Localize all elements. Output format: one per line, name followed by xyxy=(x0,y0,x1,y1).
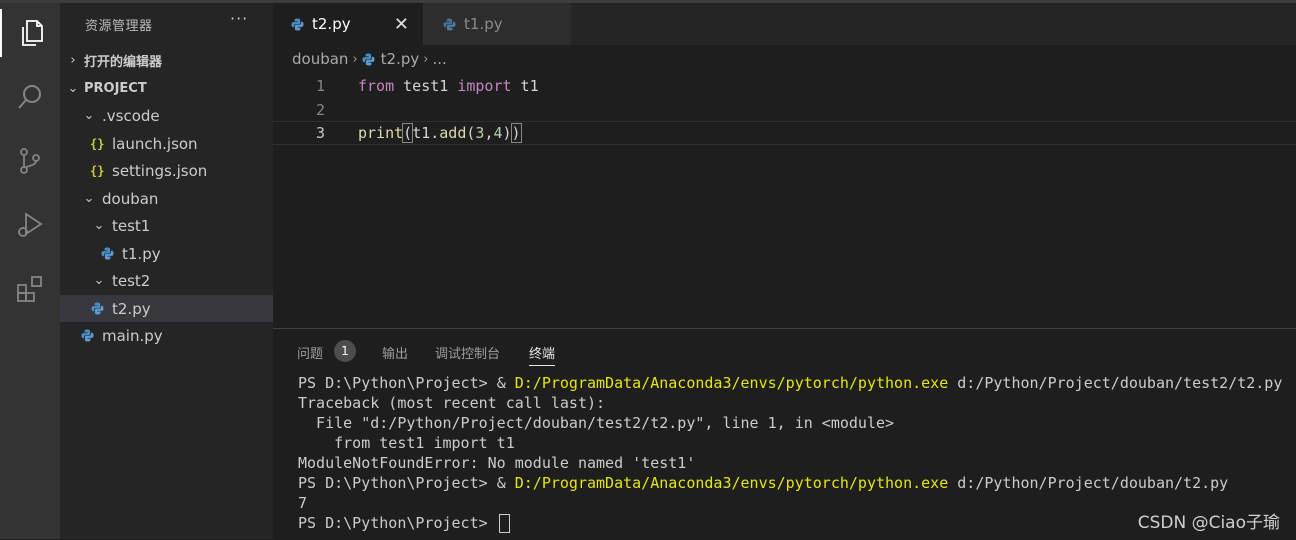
breadcrumb-file[interactable]: t2.py xyxy=(381,50,420,68)
tab-t1-py[interactable]: t1.py xyxy=(423,3,571,45)
terminal-line: ModuleNotFoundError: No module named 'te… xyxy=(298,454,696,472)
tree-item-label: t1.py xyxy=(122,244,161,263)
chevron-down-icon: ⌄ xyxy=(93,218,105,233)
terminal-output[interactable]: PS D:\Python\Project> & D:/ProgramData/A… xyxy=(298,373,1282,533)
terminal-line: PS D:\Python\Project> & D:/ProgramData/A… xyxy=(298,474,1229,492)
tree-item-t2-py[interactable]: t2.py xyxy=(60,295,273,322)
tab-t2-py[interactable]: t2.py ✕ xyxy=(273,3,423,45)
json-file-icon: {} xyxy=(90,136,105,151)
chevron-right-icon: › xyxy=(423,51,429,67)
tree-item-main-py[interactable]: main.py xyxy=(60,322,294,349)
editor-tab-bar: t2.py ✕ t1.py xyxy=(273,3,1296,45)
tab-label: t2.py xyxy=(312,15,351,33)
tab-label: t1.py xyxy=(464,15,503,33)
tree-item-label: t2.py xyxy=(112,299,151,318)
code-line-current: 3 print(t1.add(3,4)) xyxy=(273,121,1296,145)
tab-terminal[interactable]: 终端 xyxy=(529,343,556,366)
tab-debug-console[interactable]: 调试控制台 xyxy=(435,343,500,362)
tree-item-test2[interactable]: ⌄ test2 xyxy=(60,267,305,294)
python-file-icon xyxy=(291,18,304,30)
json-file-icon: {} xyxy=(90,163,105,178)
breadcrumb-folder[interactable]: douban xyxy=(292,50,348,68)
breadcrumb-symbol[interactable]: ... xyxy=(432,50,446,68)
close-icon[interactable]: ✕ xyxy=(394,14,409,35)
tree-item-vscode[interactable]: ⌄ .vscode xyxy=(60,102,295,129)
tree-item-label: launch.json xyxy=(112,134,198,153)
tree-item-t1-py[interactable]: t1.py xyxy=(60,240,314,267)
code-line: 2 xyxy=(273,98,1296,122)
source-control-icon[interactable] xyxy=(0,137,60,185)
chevron-down-icon: ⌄ xyxy=(83,191,95,206)
terminal-line: PS D:\Python\Project> xyxy=(298,513,1282,533)
search-icon[interactable] xyxy=(0,73,60,121)
python-file-icon xyxy=(81,329,94,342)
code-text: print(t1.add(3,4)) xyxy=(358,123,522,143)
open-editors-section[interactable]: › 打开的编辑器 xyxy=(60,47,279,74)
code-text: from test1 import t1 xyxy=(358,77,539,95)
tree-item-launch-json[interactable]: {} launch.json xyxy=(60,130,303,157)
python-file-icon xyxy=(443,18,456,30)
activity-bar xyxy=(0,3,60,539)
line-number: 1 xyxy=(315,77,325,95)
explorer-title: 资源管理器 xyxy=(85,19,153,34)
breadcrumb: douban › t2.py › ... xyxy=(292,50,447,68)
project-label: PROJECT xyxy=(84,81,147,96)
terminal-line: File "d:/Python/Project/douban/test2/t2.… xyxy=(298,414,895,432)
line-number: 2 xyxy=(315,101,325,119)
tree-item-label: test1 xyxy=(112,216,151,235)
python-file-icon xyxy=(91,302,104,315)
tree-item-label: settings.json xyxy=(112,161,208,180)
terminal-line: PS D:\Python\Project> & D:/ProgramData/A… xyxy=(298,374,1283,392)
code-line: 1 from test1 import t1 xyxy=(273,74,1296,98)
tree-item-label: test2 xyxy=(112,271,151,290)
explorer-sidebar: 资源管理器 ··· › 打开的编辑器 ⌄ PROJECT ⌄ .vscode {… xyxy=(60,3,273,539)
tree-item-label: main.py xyxy=(102,326,163,345)
chevron-right-icon: › xyxy=(352,51,358,67)
tree-item-label: .vscode xyxy=(102,106,160,125)
python-file-icon xyxy=(101,247,114,260)
problems-count-badge: 1 xyxy=(334,340,356,362)
tree-item-test1[interactable]: ⌄ test1 xyxy=(60,212,305,239)
terminal-cursor xyxy=(498,514,510,533)
chevron-down-icon: ⌄ xyxy=(93,273,105,288)
chevron-down-icon: ⌄ xyxy=(83,108,95,123)
extensions-icon[interactable] xyxy=(0,265,60,313)
watermark: CSDN @Ciao子瑜 xyxy=(1137,513,1280,533)
project-section[interactable]: ⌄ PROJECT xyxy=(60,75,279,102)
run-debug-icon[interactable] xyxy=(0,201,60,249)
open-editors-label: 打开的编辑器 xyxy=(84,55,163,70)
python-file-icon xyxy=(362,53,375,65)
tab-output[interactable]: 输出 xyxy=(382,343,408,362)
chevron-right-icon: › xyxy=(70,53,76,68)
terminal-line: Traceback (most recent call last): xyxy=(298,394,606,412)
chevron-down-icon: ⌄ xyxy=(67,81,79,96)
tree-item-douban[interactable]: ⌄ douban xyxy=(60,185,295,212)
terminal-line: 7 xyxy=(298,494,308,512)
tree-item-label: douban xyxy=(102,189,159,208)
tab-problems[interactable]: 问题 xyxy=(297,343,323,362)
more-actions-icon[interactable]: ··· xyxy=(230,9,248,28)
line-number: 3 xyxy=(315,124,325,142)
explorer-icon[interactable] xyxy=(0,9,60,57)
tree-item-settings-json[interactable]: {} settings.json xyxy=(60,157,303,184)
terminal-line: from test1 import t1 xyxy=(298,434,515,452)
